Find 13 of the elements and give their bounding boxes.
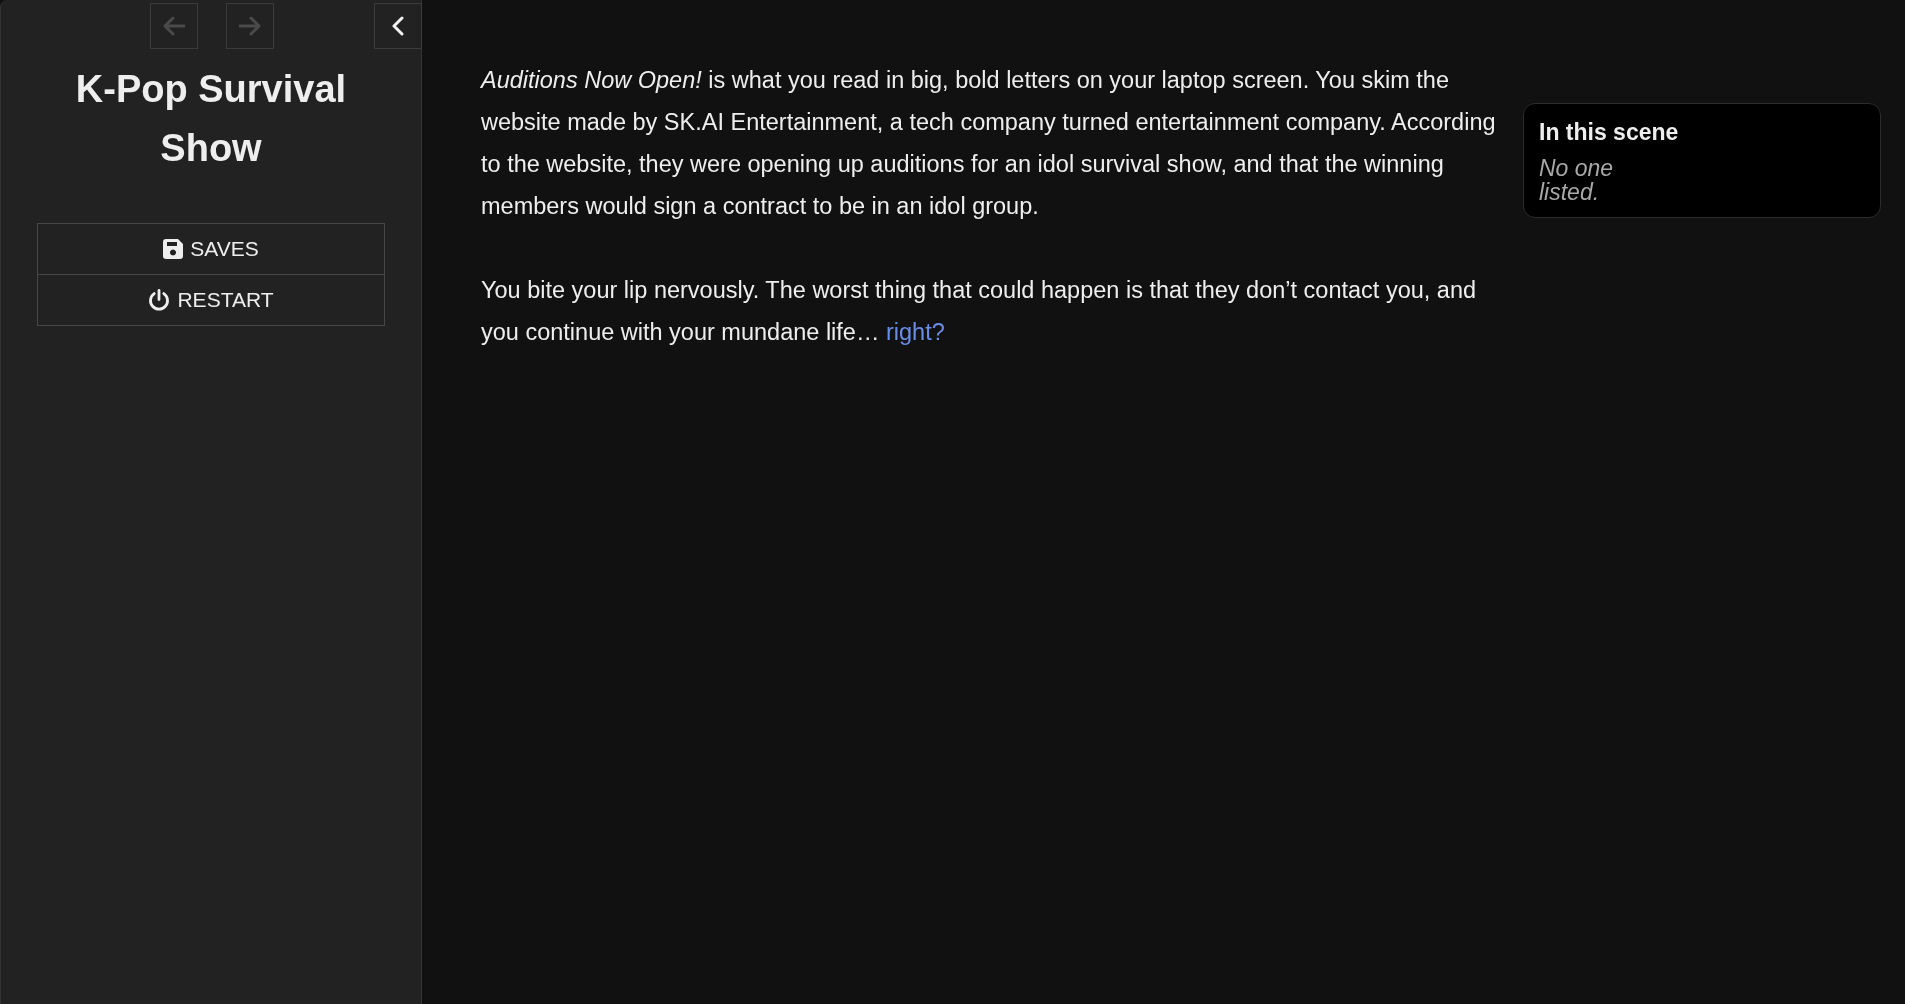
left-arrow-icon <box>163 16 185 36</box>
story-paragraph: You bite your lip nervously. The worst thing that could happen is that they don’t contact you, and you continue with your mundane life… right? <box>481 276 1478 347</box>
power-icon <box>148 289 171 311</box>
restart-button[interactable]: RESTART <box>37 274 385 326</box>
story-title: K-Pop Survival Show <box>74 67 348 171</box>
right-arrow-icon <box>239 16 261 36</box>
chevron-left-icon <box>392 16 404 36</box>
collapse-sidebar-button[interactable] <box>374 3 422 49</box>
story-link[interactable]: right? <box>885 319 945 345</box>
empty-note: No one listed. <box>1539 156 1615 204</box>
story-paragraph: Auditions Now Open! is what you read in big, bold letters on your laptop screen. You skim the website made by SK.AI Entertainment, a tech company turned entertainment company. According to the website, they were opening up auditions for an idol survival show, and that the winning members would sign a contract to be in an idol group. <box>481 66 1497 221</box>
panel-heading: In this scene <box>1539 118 1680 146</box>
saves-button[interactable]: SAVES <box>37 223 385 275</box>
